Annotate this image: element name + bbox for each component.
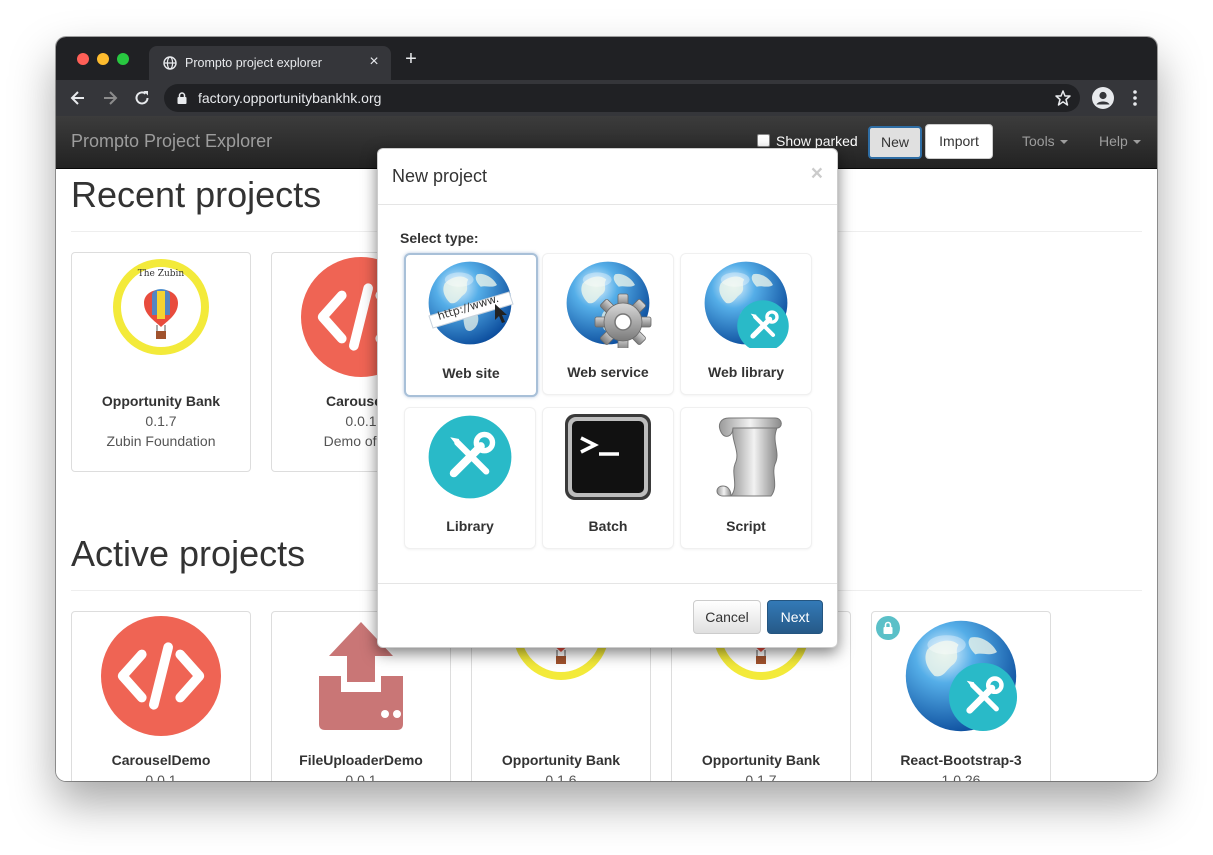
dialog-title: New project <box>392 166 488 186</box>
profile-icon[interactable] <box>1092 87 1114 109</box>
type-web-library[interactable]: Web library <box>680 253 812 395</box>
help-menu-label: Help <box>1099 133 1128 149</box>
close-dialog-icon[interactable]: × <box>811 162 823 186</box>
forward-icon[interactable] <box>100 88 120 108</box>
project-card[interactable]: Opportunity Bank 0.1.7 Zubin Foundation <box>71 252 251 472</box>
library-icon <box>425 412 515 502</box>
project-version: 0.1.7 <box>145 413 177 429</box>
show-parked-label: Show parked <box>776 133 858 149</box>
browser-toolbar: factory.opportunitybankhk.org <box>56 80 1157 116</box>
url-text: factory.opportunitybankhk.org <box>198 90 382 106</box>
show-parked-toggle[interactable]: Show parked <box>757 133 858 149</box>
tab-strip: Prompto project explorer × + <box>56 37 1157 80</box>
active-projects-heading: Active projects <box>71 533 306 574</box>
dialog-header: New project × <box>378 149 837 205</box>
type-batch[interactable]: Batch <box>542 407 674 549</box>
caret-down-icon <box>1059 140 1068 145</box>
zoom-window-icon[interactable] <box>117 53 129 65</box>
project-version: 0.0.1 <box>345 772 377 781</box>
zubin-foundation-logo-icon <box>111 257 211 357</box>
type-label: Web site <box>442 365 500 381</box>
batch-icon <box>565 414 651 500</box>
web-service-icon <box>563 258 652 348</box>
help-menu[interactable]: Help <box>1099 133 1141 149</box>
brand-title[interactable]: Prompto Project Explorer <box>71 131 272 152</box>
project-name: Opportunity Bank <box>101 393 221 409</box>
code-icon <box>101 616 221 736</box>
web-site-icon: http://www. <box>428 258 514 348</box>
bookmark-star-icon[interactable] <box>1054 89 1072 107</box>
tab-title: Prompto project explorer <box>185 56 322 70</box>
cancel-button[interactable]: Cancel <box>693 600 761 634</box>
type-label: Script <box>726 518 766 534</box>
web-library-icon <box>701 258 791 348</box>
type-label: Web library <box>708 364 784 380</box>
close-window-icon[interactable] <box>77 53 89 65</box>
type-script[interactable]: Script <box>680 407 812 549</box>
type-label: Library <box>446 518 494 534</box>
project-card[interactable]: React-Bootstrap-3 1.0.26 <box>871 611 1051 781</box>
project-name: React-Bootstrap-3 <box>900 752 1022 768</box>
type-web-service[interactable]: Web service <box>542 253 674 395</box>
project-version: 1.0.26 <box>941 772 981 781</box>
type-label: Batch <box>588 518 628 534</box>
new-tab-icon[interactable]: + <box>401 49 421 69</box>
next-button[interactable]: Next <box>767 600 823 634</box>
tools-menu[interactable]: Tools <box>1022 133 1068 149</box>
address-bar[interactable]: factory.opportunitybankhk.org <box>164 84 1080 112</box>
type-web-site[interactable]: http://www. Web site <box>404 253 538 397</box>
close-tab-icon[interactable]: × <box>365 53 383 71</box>
new-project-dialog: New project × Select type: http://www. W… <box>377 148 838 648</box>
back-icon[interactable] <box>68 88 88 108</box>
project-description: Zubin Foundation <box>106 433 216 449</box>
globe-icon <box>163 56 177 70</box>
project-version: 0.1.7 <box>745 772 777 781</box>
import-button[interactable]: Import <box>925 124 993 159</box>
wrench-icon <box>946 660 1020 734</box>
new-project-button[interactable]: New <box>868 126 922 159</box>
project-name: Opportunity Bank <box>501 752 621 768</box>
reload-icon[interactable] <box>132 88 152 108</box>
project-version: 0.0.1 <box>145 772 177 781</box>
caret-down-icon <box>1132 140 1141 145</box>
dialog-footer: Cancel Next <box>378 583 837 647</box>
lock-icon <box>177 92 187 104</box>
browser-window: Prompto project explorer × + factory.opp… <box>56 37 1157 781</box>
locked-badge-icon <box>876 616 900 640</box>
type-library[interactable]: Library <box>404 407 536 549</box>
project-name: Opportunity Bank <box>701 752 821 768</box>
project-name: FileUploaderDemo <box>299 752 423 768</box>
project-card[interactable]: CarouselDemo 0.0.1 <box>71 611 251 781</box>
project-version: 0.1.6 <box>545 772 577 781</box>
project-name: CarouselDemo <box>111 752 211 768</box>
minimize-window-icon[interactable] <box>97 53 109 65</box>
show-parked-checkbox[interactable] <box>757 134 770 147</box>
tools-menu-label: Tools <box>1022 133 1055 149</box>
browser-tab[interactable]: Prompto project explorer × <box>149 46 391 80</box>
select-type-label: Select type: <box>400 230 479 246</box>
recent-projects-heading: Recent projects <box>71 174 322 215</box>
menu-kebab-icon[interactable] <box>1128 88 1142 108</box>
type-label: Web service <box>567 364 649 380</box>
script-icon <box>716 417 782 497</box>
